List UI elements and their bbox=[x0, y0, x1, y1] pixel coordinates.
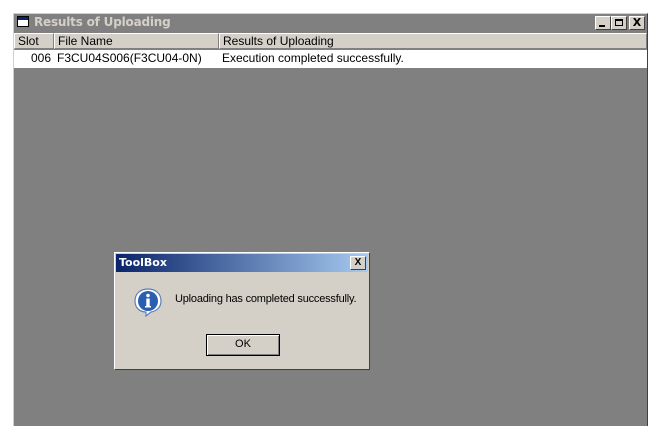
maximize-icon bbox=[615, 19, 623, 26]
table-row[interactable]: 006 F3CU04S006(F3CU04-0N) Execution comp… bbox=[14, 50, 647, 68]
maximize-button[interactable] bbox=[611, 16, 627, 30]
close-button[interactable]: X bbox=[629, 16, 645, 30]
column-header-slot[interactable]: Slot bbox=[14, 33, 54, 49]
window-title-bar[interactable]: Results of Uploading X bbox=[14, 14, 647, 32]
info-icon bbox=[134, 288, 162, 317]
dialog-title: ToolBox bbox=[119, 256, 167, 269]
close-icon: X bbox=[632, 16, 642, 29]
column-header-file-name[interactable]: File Name bbox=[54, 33, 219, 49]
cell-result: Execution completed successfully. bbox=[222, 51, 404, 65]
minimize-icon bbox=[599, 25, 605, 27]
close-icon: X bbox=[354, 257, 362, 268]
cell-file-name: F3CU04S006(F3CU04-0N) bbox=[57, 51, 202, 65]
table-header: Slot File Name Results of Uploading bbox=[14, 33, 647, 49]
cell-slot: 006 bbox=[30, 51, 51, 65]
ok-button[interactable]: OK bbox=[206, 334, 280, 356]
dialog-title-bar[interactable]: ToolBox X bbox=[116, 254, 368, 272]
minimize-button[interactable] bbox=[595, 16, 611, 30]
app-window-icon[interactable] bbox=[17, 16, 29, 27]
dialog-message: Uploading has completed successfully. bbox=[175, 293, 357, 305]
window-title: Results of Uploading bbox=[34, 15, 171, 29]
dialog-close-button[interactable]: X bbox=[350, 256, 366, 270]
toolbox-dialog: ToolBox X Uploading has completed succes… bbox=[114, 252, 370, 370]
column-header-results[interactable]: Results of Uploading bbox=[219, 33, 647, 49]
